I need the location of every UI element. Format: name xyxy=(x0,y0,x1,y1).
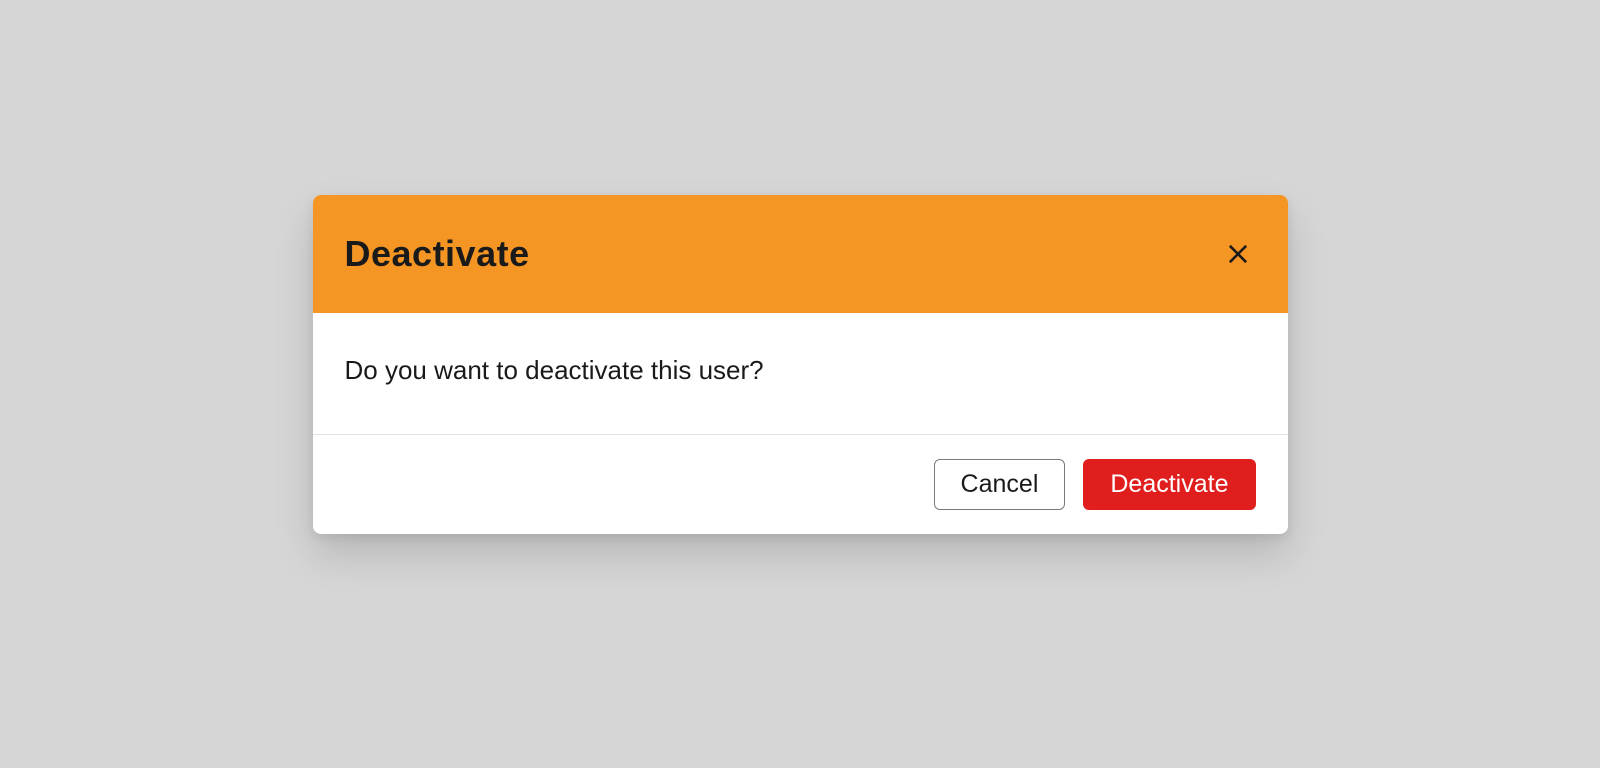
cancel-button[interactable]: Cancel xyxy=(934,459,1066,510)
deactivate-button[interactable]: Deactivate xyxy=(1083,459,1255,510)
confirmation-dialog: Deactivate Do you want to deactivate thi… xyxy=(313,195,1288,534)
dialog-message: Do you want to deactivate this user? xyxy=(345,355,1256,386)
close-button[interactable] xyxy=(1220,236,1256,272)
dialog-header: Deactivate xyxy=(313,195,1288,313)
dialog-footer: Cancel Deactivate xyxy=(313,434,1288,534)
dialog-title: Deactivate xyxy=(345,233,530,275)
dialog-body: Do you want to deactivate this user? xyxy=(313,313,1288,434)
close-icon xyxy=(1224,240,1252,268)
